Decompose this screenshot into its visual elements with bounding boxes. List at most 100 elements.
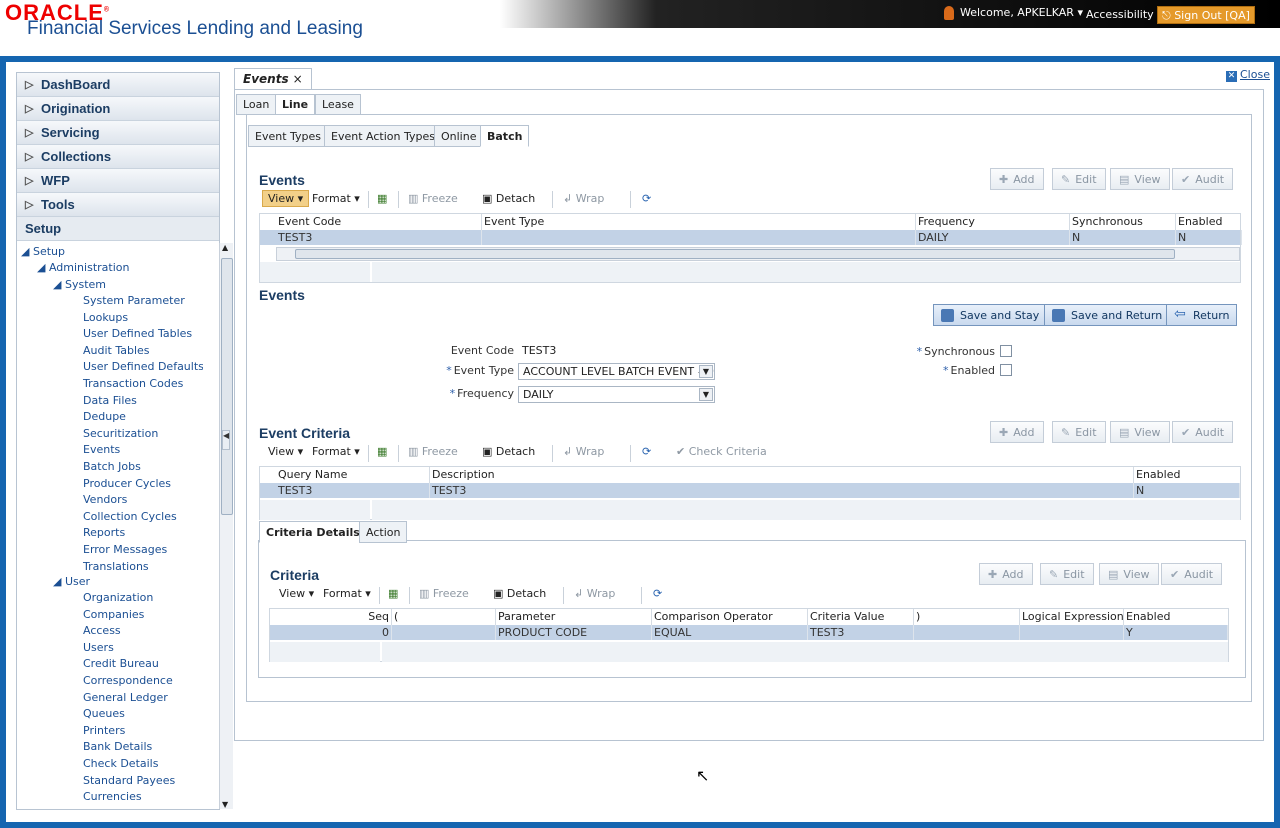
synchronous-checkbox[interactable] bbox=[1000, 345, 1012, 357]
col-close-paren[interactable]: ) bbox=[914, 609, 1020, 625]
edit-button[interactable]: ✎ Edit bbox=[1052, 168, 1106, 190]
tree-item[interactable]: Printers bbox=[83, 724, 125, 737]
add-button[interactable]: ✚ Add bbox=[990, 168, 1044, 190]
col-event-code[interactable]: Event Code bbox=[276, 214, 482, 230]
col-seq[interactable]: Seq bbox=[286, 609, 392, 625]
freeze-button[interactable]: ▥ Freeze bbox=[408, 445, 458, 458]
view-menu[interactable]: View ▾ bbox=[279, 587, 314, 600]
tree-item[interactable]: Lookups bbox=[83, 311, 128, 324]
export-icon[interactable]: ▦ bbox=[388, 587, 398, 600]
tab-loan[interactable]: Loan bbox=[236, 94, 277, 115]
table-row[interactable]: 0 PRODUCT CODE EQUAL TEST3 Y bbox=[270, 625, 1228, 640]
col-query-name[interactable]: Query Name bbox=[276, 467, 430, 483]
tab-criteria-details[interactable]: Criteria Details bbox=[259, 521, 367, 543]
tree-item[interactable]: Bank Details bbox=[83, 740, 152, 753]
criteria-view-button[interactable]: ▤ View bbox=[1110, 421, 1170, 443]
tree-item[interactable]: Correspondence bbox=[83, 674, 173, 687]
tree-item[interactable]: Translations bbox=[83, 560, 149, 573]
refresh-icon[interactable]: ⟳ bbox=[642, 192, 651, 205]
tree-item[interactable]: Queues bbox=[83, 707, 125, 720]
scroll-down-icon[interactable]: ▼ bbox=[222, 800, 228, 809]
wrap-button[interactable]: ↲ Wrap bbox=[563, 445, 604, 458]
view-menu[interactable]: View ▾ bbox=[262, 190, 310, 207]
format-menu[interactable]: Format ▾ bbox=[323, 587, 371, 600]
freeze-button[interactable]: ▥ Freeze bbox=[419, 587, 469, 600]
accessibility-link[interactable]: Accessibility bbox=[1086, 8, 1154, 21]
tree-item[interactable]: Companies bbox=[83, 608, 144, 621]
events-grid-hscrollbar[interactable] bbox=[276, 247, 1240, 261]
detach-button[interactable]: ▣ Detach bbox=[493, 587, 546, 600]
tree-item[interactable]: Currencies bbox=[83, 790, 142, 803]
tab-batch[interactable]: Batch bbox=[480, 125, 530, 147]
format-menu[interactable]: Format ▾ bbox=[312, 445, 360, 458]
tree-item[interactable]: Vendors bbox=[83, 493, 127, 506]
sign-out-button[interactable]: ⎋ Sign Out [QA] bbox=[1157, 6, 1255, 24]
close-link[interactable]: ✕ Close bbox=[1226, 68, 1270, 82]
tree-item[interactable]: Organization bbox=[83, 591, 153, 604]
view-menu[interactable]: View ▾ bbox=[268, 445, 303, 458]
tree-item[interactable]: Data Files bbox=[83, 394, 137, 407]
tab-lease[interactable]: Lease bbox=[315, 94, 361, 115]
tree-item[interactable]: Events bbox=[83, 443, 120, 456]
col-event-type[interactable]: Event Type bbox=[482, 214, 916, 230]
criteria-detail-add-button[interactable]: ✚ Add bbox=[979, 563, 1033, 585]
col-comparison-operator[interactable]: Comparison Operator bbox=[652, 609, 808, 625]
save-and-return-button[interactable]: Save and Return bbox=[1044, 304, 1170, 326]
menu-dashboard[interactable]: ▷ DashBoard bbox=[17, 73, 219, 97]
criteria-edit-button[interactable]: ✎ Edit bbox=[1052, 421, 1106, 443]
criteria-detail-view-button[interactable]: ▤ View bbox=[1099, 563, 1159, 585]
tree-item[interactable]: General Ledger bbox=[83, 691, 168, 704]
return-button[interactable]: ⇦ Return bbox=[1166, 304, 1237, 326]
tree-system[interactable]: ◢ System bbox=[53, 278, 106, 291]
wrap-button[interactable]: ↲ Wrap bbox=[574, 587, 615, 600]
menu-servicing[interactable]: ▷ Servicing bbox=[17, 121, 219, 145]
menu-wfp[interactable]: ▷ WFP bbox=[17, 169, 219, 193]
tree-item[interactable]: Reports bbox=[83, 526, 125, 539]
tree-item[interactable]: Credit Bureau bbox=[83, 657, 159, 670]
welcome-menu[interactable]: Welcome, APKELKAR ▾ bbox=[944, 6, 1083, 20]
close-tab-icon[interactable]: × bbox=[293, 72, 303, 86]
col-enabled[interactable]: Enabled bbox=[1134, 467, 1240, 483]
menu-collections[interactable]: ▷ Collections bbox=[17, 145, 219, 169]
col-criteria-value[interactable]: Criteria Value bbox=[808, 609, 914, 625]
col-enabled[interactable]: Enabled bbox=[1124, 609, 1228, 625]
frequency-select[interactable]: DAILY ▼ bbox=[518, 386, 715, 403]
tree-item[interactable]: Securitization bbox=[83, 427, 158, 440]
tab-action[interactable]: Action bbox=[359, 521, 408, 543]
tree-item[interactable]: Users bbox=[83, 641, 114, 654]
col-enabled[interactable]: Enabled bbox=[1176, 214, 1242, 230]
freeze-button[interactable]: ▥ Freeze bbox=[408, 192, 458, 205]
tab-event-types[interactable]: Event Types bbox=[248, 125, 329, 147]
tree-item[interactable]: Collection Cycles bbox=[83, 510, 177, 523]
tree-item[interactable]: Transaction Codes bbox=[83, 377, 183, 390]
tab-line[interactable]: Line bbox=[275, 94, 316, 115]
event-type-select[interactable]: ACCOUNT LEVEL BATCH EVENT #03 ▼ bbox=[518, 363, 715, 380]
criteria-detail-edit-button[interactable]: ✎ Edit bbox=[1040, 563, 1094, 585]
check-criteria-button[interactable]: ✔ Check Criteria bbox=[676, 445, 767, 458]
col-description[interactable]: Description bbox=[430, 467, 1134, 483]
format-menu[interactable]: Format ▾ bbox=[312, 192, 360, 205]
wrap-button[interactable]: ↲ Wrap bbox=[563, 192, 604, 205]
audit-button[interactable]: ✔ Audit bbox=[1172, 168, 1234, 190]
menu-origination[interactable]: ▷ Origination bbox=[17, 97, 219, 121]
col-logical-expression[interactable]: Logical Expression bbox=[1020, 609, 1124, 625]
tree-item[interactable]: User Defined Tables bbox=[83, 327, 192, 340]
detach-button[interactable]: ▣ Detach bbox=[482, 445, 535, 458]
tab-event-action-types[interactable]: Event Action Types bbox=[324, 125, 442, 147]
scroll-up-icon[interactable]: ▲ bbox=[222, 243, 228, 252]
tree-item[interactable]: Dedupe bbox=[83, 410, 126, 423]
tree-item[interactable]: Access bbox=[83, 624, 121, 637]
tree-administration[interactable]: ◢ Administration bbox=[37, 261, 129, 274]
refresh-icon[interactable]: ⟳ bbox=[642, 445, 651, 458]
export-icon[interactable]: ▦ bbox=[377, 445, 387, 458]
tree-item[interactable]: Audit Tables bbox=[83, 344, 150, 357]
save-and-stay-button[interactable]: Save and Stay bbox=[933, 304, 1047, 326]
refresh-icon[interactable]: ⟳ bbox=[653, 587, 662, 600]
collapse-sidebar-button[interactable]: ◀ bbox=[222, 430, 230, 450]
col-frequency[interactable]: Frequency bbox=[916, 214, 1070, 230]
tree-item[interactable]: Error Messages bbox=[83, 543, 167, 556]
tree-item[interactable]: Producer Cycles bbox=[83, 477, 171, 490]
tab-online[interactable]: Online bbox=[434, 125, 484, 147]
menu-tools[interactable]: ▷ Tools bbox=[17, 193, 219, 217]
tab-events[interactable]: Events × bbox=[234, 68, 312, 89]
